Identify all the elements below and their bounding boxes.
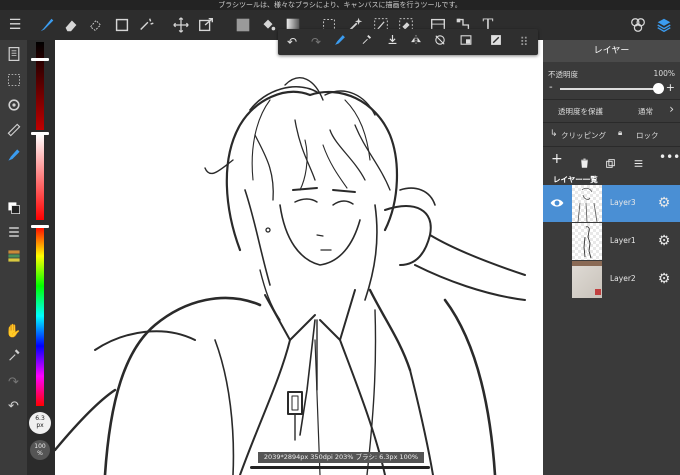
floating-subtoolbar: ↶ ↷ ⠿ <box>278 29 538 55</box>
undo-icon[interactable]: ↶ <box>4 397 23 416</box>
layer-panel: レイヤー 不透明度 100% - + 透明度を保護 通常 › ↳ クリッピング … <box>543 40 680 475</box>
brush-tool-icon[interactable] <box>36 14 58 36</box>
materials-icon[interactable] <box>627 14 649 36</box>
redo-icon[interactable]: ↷ <box>4 373 23 392</box>
opacity-minus[interactable]: - <box>549 82 553 93</box>
brush-size-indicator[interactable]: 6.3 px <box>29 412 51 434</box>
red-slider[interactable] <box>36 42 44 130</box>
layer-panel-icon[interactable] <box>456 33 476 51</box>
clip-lock-row: ↳ クリッピング 🔒︎ ロック <box>543 124 680 144</box>
red-slider-knob[interactable] <box>31 58 49 61</box>
hand-tool-icon[interactable]: ✋ <box>4 322 23 341</box>
menu-icon[interactable]: ☰ <box>4 14 26 36</box>
drawing-canvas[interactable] <box>55 40 543 475</box>
color-list-icon[interactable] <box>4 224 23 243</box>
layer-list-icon[interactable] <box>633 154 644 173</box>
protect-alpha-row[interactable]: 透明度を保護 通常 › <box>543 100 680 120</box>
clipping-icon[interactable]: ↳ <box>550 129 558 139</box>
brush-opacity-indicator[interactable]: 100 % <box>30 440 50 460</box>
redo-button-icon[interactable]: ↷ <box>306 33 326 51</box>
opacity-value: 100% <box>653 69 675 78</box>
divider <box>543 146 680 147</box>
snap-off-icon[interactable] <box>430 33 450 51</box>
hue-slider-knob[interactable] <box>31 225 49 228</box>
divider <box>543 122 680 123</box>
layer-name: Layer3 <box>610 198 636 207</box>
opacity-slider-track[interactable] <box>560 88 662 90</box>
left-tool-column: ✋ ↷ ↶ <box>0 40 27 475</box>
eyedropper-icon[interactable] <box>4 347 23 366</box>
rotate-canvas-icon[interactable] <box>4 97 23 116</box>
line-art-drawing <box>55 77 526 475</box>
brush-size-unit: px <box>36 422 44 429</box>
lasso-eraser-icon[interactable] <box>85 14 107 36</box>
color-sliders <box>27 40 55 475</box>
brush-opacity-unit: % <box>37 450 43 457</box>
fill-color-swatch[interactable] <box>232 14 254 36</box>
opacity-label: 不透明度 <box>548 70 578 79</box>
opacity-slider-knob[interactable] <box>653 83 664 94</box>
brush-settings-icon[interactable] <box>330 33 350 51</box>
protect-alpha-label[interactable]: 透明度を保護 <box>558 106 603 117</box>
layer-panel-title: レイヤー <box>543 40 680 62</box>
opacity-row: 不透明度 100% <box>543 67 680 81</box>
gear-icon[interactable]: ⚙ <box>656 271 672 287</box>
lock-label[interactable]: ロック <box>636 130 659 141</box>
layer-list-title-row: レイヤー一覧 <box>543 173 680 185</box>
select-magic-icon[interactable] <box>136 14 158 36</box>
add-layer-icon[interactable]: + <box>551 151 563 167</box>
move-tool-icon[interactable] <box>170 14 192 36</box>
canvas-info-bar: 2039*2894px 350dpi 203% ブラシ: 6.3px 100% <box>258 452 424 463</box>
duplicate-layer-icon[interactable] <box>605 154 616 173</box>
layer-name: Layer2 <box>610 274 636 283</box>
lock-icon[interactable]: 🔒︎ <box>618 128 622 138</box>
undo-button-icon[interactable]: ↶ <box>282 33 302 51</box>
layer-row-layer3[interactable]: Layer3 ⚙ <box>543 185 680 222</box>
chevron-right-icon[interactable]: › <box>669 102 674 116</box>
select-rect-icon[interactable] <box>111 14 133 36</box>
brush-opacity-value: 100 <box>34 443 46 450</box>
gear-icon[interactable]: ⚙ <box>656 233 672 249</box>
eye-icon[interactable] <box>549 195 565 211</box>
palette-icon[interactable] <box>4 248 23 267</box>
flip-icon[interactable] <box>406 33 426 51</box>
select-frame-icon[interactable] <box>4 72 23 91</box>
grid-icon[interactable]: ⠿ <box>514 33 534 51</box>
saturation-slider[interactable] <box>36 134 44 220</box>
status-message: ブラシツールは、様々なブラシにより、キャンバスに描画を行うツールです。 <box>0 0 680 10</box>
eraser-tool-icon[interactable] <box>60 14 82 36</box>
tone-icon[interactable] <box>486 33 506 51</box>
hue-slider[interactable] <box>36 226 44 406</box>
layer-list-title: レイヤー一覧 <box>553 175 598 184</box>
bucket-tool-icon[interactable] <box>257 14 279 36</box>
home-indicator <box>250 466 430 469</box>
pages-icon[interactable] <box>4 46 23 65</box>
color-swap-icon[interactable] <box>4 200 23 219</box>
delete-layer-icon[interactable] <box>579 154 590 173</box>
layer-thumbnail <box>572 185 602 222</box>
transform-tool-icon[interactable] <box>195 14 217 36</box>
layer-name: Layer1 <box>610 236 636 245</box>
clipping-label[interactable]: クリッピング <box>561 130 606 141</box>
layers-toggle-icon[interactable] <box>653 14 675 36</box>
gear-icon[interactable]: ⚙ <box>656 195 672 211</box>
opacity-slider-row: - + <box>543 81 680 96</box>
import-icon[interactable] <box>382 33 402 51</box>
layer-row-layer2[interactable]: Layer2 ⚙ <box>543 261 680 298</box>
blend-mode-value[interactable]: 通常 <box>638 106 653 117</box>
saturation-slider-knob[interactable] <box>31 132 49 135</box>
layer-thumbnail <box>572 261 602 298</box>
layer-thumbnail <box>572 223 602 260</box>
more-options-icon[interactable]: ••• <box>659 150 680 164</box>
brush-size-value: 6.3 <box>35 415 45 422</box>
pen-blue-icon[interactable] <box>4 147 23 166</box>
opacity-plus[interactable]: + <box>666 81 675 94</box>
layer-actions-row: + ••• <box>543 150 680 170</box>
ruler-icon[interactable] <box>4 122 23 141</box>
eyedropper-button-icon[interactable] <box>356 33 376 51</box>
layer-row-layer1[interactable]: Layer1 ⚙ <box>543 223 680 260</box>
